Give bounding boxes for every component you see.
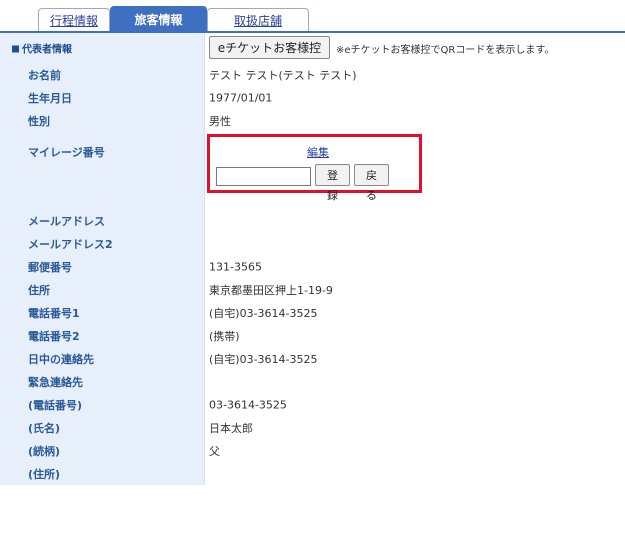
tab-store[interactable]: 取扱店舗 (207, 8, 309, 32)
square-bullet-icon (12, 45, 19, 53)
label-emergency-phone: (電話番号) (28, 398, 83, 412)
label-emergency-relation: (続柄) (28, 444, 61, 458)
value-address: 東京都墨田区押上1-19-9 (209, 283, 333, 297)
label-emergency-name: (氏名) (28, 421, 61, 435)
value-phone2: (携帯) (209, 329, 240, 343)
row-daytime-contact: 日中の連絡先 (自宅)03-3614-3525 (0, 347, 625, 370)
label-address: 住所 (28, 283, 50, 297)
row-name: お名前 テスト テスト(テスト テスト) (0, 63, 625, 86)
value-birthdate: 1977/01/01 (209, 91, 273, 104)
row-phone2: 電話番号2 (携帯) (0, 324, 625, 347)
label-email2: メールアドレス2 (28, 237, 113, 251)
row-birthdate: 生年月日 1977/01/01 (0, 86, 625, 109)
section-title: 代表者情報 (12, 41, 72, 56)
label-phone2: 電話番号2 (28, 329, 80, 343)
value-emergency-phone: 03-3614-3525 (209, 398, 287, 411)
mileage-input[interactable] (216, 167, 311, 186)
row-address: 住所 東京都墨田区押上1-19-9 (0, 278, 625, 301)
label-name: お名前 (28, 68, 61, 82)
row-postal: 郵便番号 131-3565 (0, 255, 625, 278)
tab-itinerary[interactable]: 行程情報 (38, 8, 110, 32)
label-gender: 性別 (28, 114, 50, 128)
row-phone1: 電話番号1 (自宅)03-3614-3525 (0, 301, 625, 324)
mileage-highlight-box: 編集 登録 戻る (207, 134, 422, 202)
value-emergency-relation: 父 (209, 444, 220, 458)
tab-passenger[interactable]: 旅客情報 (110, 6, 207, 32)
value-phone1: (自宅)03-3614-3525 (209, 306, 318, 320)
row-emergency-name: (氏名) 日本太郎 (0, 416, 625, 439)
row-emergency-relation: (続柄) 父 (0, 439, 625, 462)
label-postal: 郵便番号 (28, 260, 72, 274)
label-emergency-address: (住所) (28, 467, 61, 481)
row-email: メールアドレス (0, 209, 625, 232)
row-emergency-address: (住所) (0, 462, 625, 485)
row-emergency-phone: (電話番号) 03-3614-3525 (0, 393, 625, 416)
back-button[interactable]: 戻る (354, 164, 389, 202)
row-email2: メールアドレス2 (0, 232, 625, 255)
mileage-edit-link[interactable]: 編集 (307, 144, 329, 160)
label-emergency-contact: 緊急連絡先 (28, 375, 83, 389)
value-gender: 男性 (209, 114, 231, 128)
eticket-button[interactable]: eチケットお客様控 (209, 36, 330, 59)
row-mileage: マイレージ番号 編集 登録 戻る (0, 132, 625, 209)
label-email: メールアドレス (28, 214, 105, 228)
row-gender: 性別 男性 (0, 109, 625, 132)
label-phone1: 電話番号1 (28, 306, 80, 320)
section-header-row: 代表者情報 eチケットお客様控 ※eチケットお客様控でQRコードを表示します。 (0, 33, 625, 63)
register-button[interactable]: 登録 (315, 164, 350, 202)
tab-bar: 行程情報 旅客情報 取扱店舗 (0, 0, 625, 33)
label-mileage: マイレージ番号 (28, 146, 105, 159)
label-daytime-contact: 日中の連絡先 (28, 352, 94, 366)
value-emergency-name: 日本太郎 (209, 421, 253, 435)
label-birthdate: 生年月日 (28, 91, 72, 105)
eticket-note: ※eチケットお客様控でQRコードを表示します。 (336, 45, 555, 56)
value-postal: 131-3565 (209, 260, 262, 273)
row-emergency-contact: 緊急連絡先 (0, 370, 625, 393)
passenger-info-table: 代表者情報 eチケットお客様控 ※eチケットお客様控でQRコードを表示します。 … (0, 33, 625, 485)
value-daytime-contact: (自宅)03-3614-3525 (209, 352, 318, 366)
value-name: テスト テスト(テスト テスト) (209, 68, 357, 82)
